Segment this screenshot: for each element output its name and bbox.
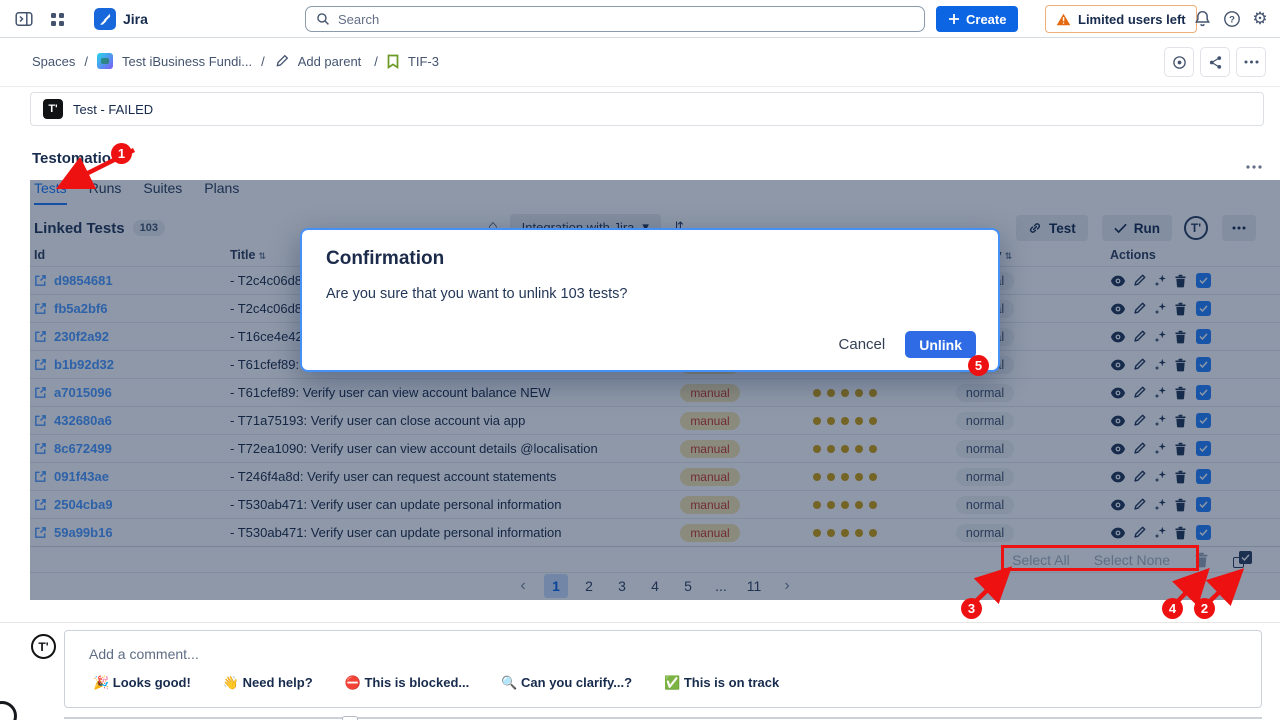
quick-reply-chip-4[interactable]: ✅ This is on track: [664, 675, 779, 691]
search-input[interactable]: [338, 12, 914, 27]
quick-reply-chip-0[interactable]: 🎉 Looks good!: [93, 675, 191, 691]
page: Jira Create Limited users left ? ⚙ Space…: [0, 0, 1280, 720]
breadcrumb-add-parent[interactable]: Add parent: [298, 54, 362, 69]
comment-box[interactable]: Add a comment... 🎉 Looks good! 👋 Need hel…: [64, 630, 1262, 708]
settings-gear-icon[interactable]: ⚙: [1250, 9, 1270, 29]
user-avatar: T': [31, 634, 56, 659]
breadcrumb-separator: /: [374, 54, 378, 69]
breadcrumb: Spaces / Test iBusiness Fundi... / Add p…: [32, 48, 439, 74]
quick-reply-chip-2[interactable]: ⛔ This is blocked...: [345, 675, 470, 691]
space-avatar: [97, 53, 113, 69]
test-status-card[interactable]: T' Test - FAILED: [30, 92, 1264, 126]
section-title: Testomatio: [32, 150, 111, 167]
breadcrumb-issue[interactable]: TIF-3: [408, 54, 439, 69]
app-switcher-icon[interactable]: [47, 9, 67, 29]
checkbox-sliver: [342, 716, 358, 720]
limited-users-warning[interactable]: Limited users left: [1045, 5, 1197, 33]
more-actions-icon[interactable]: [1236, 47, 1266, 77]
svg-text:?: ?: [1229, 14, 1235, 25]
app-name: Jira: [123, 11, 148, 27]
search-bar[interactable]: [305, 6, 925, 32]
page-actions: [1164, 47, 1266, 77]
jira-logo[interactable]: [94, 8, 116, 30]
hidden-section-sliver: [64, 717, 1262, 719]
watch-icon[interactable]: [1164, 47, 1194, 77]
annotation-circle-1: 1: [111, 143, 132, 164]
sidebar-toggle-icon[interactable]: [14, 9, 34, 29]
bookmark-icon: [387, 54, 399, 69]
decorative-arc: [0, 701, 17, 720]
warning-icon: [1056, 13, 1071, 26]
search-icon: [316, 12, 330, 26]
cancel-button[interactable]: Cancel: [839, 336, 886, 353]
breadcrumb-separator: /: [261, 54, 265, 69]
section-more-icon[interactable]: [1246, 156, 1262, 174]
annotation-circle-4: 4: [1162, 598, 1183, 619]
test-status-label: Test - FAILED: [73, 102, 153, 117]
create-button[interactable]: Create: [936, 6, 1018, 32]
comment-placeholder: Add a comment...: [89, 646, 199, 662]
confirmation-modal: Confirmation Are you sure that you want …: [300, 228, 1000, 372]
top-navigation-bar: Jira Create Limited users left ? ⚙: [0, 0, 1280, 38]
annotation-circle-2: 2: [1194, 598, 1215, 619]
testomatio-square-logo: T': [43, 99, 63, 119]
modal-message: Are you sure that you want to unlink 103…: [326, 286, 627, 302]
quick-reply-chips: 🎉 Looks good! 👋 Need help? ⛔ This is block…: [93, 675, 779, 691]
divider: [0, 622, 1280, 623]
annotation-circle-3: 3: [961, 598, 982, 619]
breadcrumb-project[interactable]: Test iBusiness Fundi...: [122, 54, 252, 69]
edit-pencil-icon: [274, 54, 289, 69]
unlink-button[interactable]: Unlink: [905, 331, 976, 358]
help-icon[interactable]: ?: [1222, 9, 1242, 29]
quick-reply-chip-1[interactable]: 👋 Need help?: [223, 675, 313, 691]
divider: [0, 86, 1280, 87]
modal-title: Confirmation: [326, 248, 444, 270]
notifications-icon[interactable]: [1192, 9, 1212, 29]
quick-reply-chip-3[interactable]: 🔍 Can you clarify...?: [501, 675, 632, 691]
share-icon[interactable]: [1200, 47, 1230, 77]
breadcrumb-separator: /: [84, 54, 88, 69]
breadcrumb-spaces[interactable]: Spaces: [32, 54, 75, 69]
